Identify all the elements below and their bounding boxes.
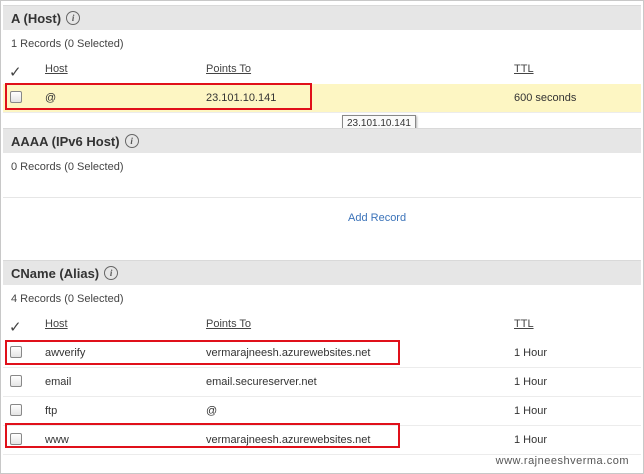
row-ttl: 1 Hour bbox=[514, 376, 548, 388]
column-host[interactable]: Host bbox=[45, 63, 68, 75]
cname-record-count: 4 Records (0 Selected) bbox=[11, 293, 124, 305]
divider bbox=[3, 197, 641, 198]
select-all-check-icon[interactable]: ✓ bbox=[9, 63, 22, 81]
info-icon[interactable]: i bbox=[104, 266, 119, 280]
row-points-to: email.secureserver.net bbox=[206, 376, 317, 388]
highlight-box bbox=[5, 83, 312, 110]
a-host-record-count: 1 Records (0 Selected) bbox=[11, 38, 124, 50]
column-points-to[interactable]: Points To bbox=[206, 318, 251, 330]
row-ttl: 1 Hour bbox=[514, 434, 548, 446]
aaaa-record-count: 0 Records (0 Selected) bbox=[11, 161, 124, 173]
row-ttl: 1 Hour bbox=[514, 347, 548, 359]
a-host-title: A (Host) bbox=[11, 10, 62, 26]
column-host[interactable]: Host bbox=[45, 318, 68, 330]
row-host: ftp bbox=[45, 405, 58, 417]
dns-manager-panel: A (Host) i 1 Records (0 Selected) ✓ Host… bbox=[0, 0, 644, 474]
highlight-box bbox=[5, 340, 400, 365]
column-points-to[interactable]: Points To bbox=[206, 63, 251, 75]
highlight-box bbox=[5, 423, 400, 448]
row-checkbox[interactable] bbox=[10, 375, 22, 387]
a-host-header: A (Host) i bbox=[3, 5, 641, 30]
watermark: www.rajneeshverma.com bbox=[495, 455, 629, 467]
aaaa-section: AAAA (IPv6 Host) i 0 Records (0 Selected… bbox=[3, 128, 641, 181]
aaaa-header: AAAA (IPv6 Host) i bbox=[3, 128, 641, 153]
column-ttl[interactable]: TTL bbox=[514, 63, 534, 75]
info-icon[interactable]: i bbox=[66, 11, 81, 25]
cname-column-headers: ✓ Host Points To TTL bbox=[3, 313, 641, 339]
info-icon[interactable]: i bbox=[124, 134, 139, 148]
cname-header: CName (Alias) i bbox=[3, 260, 641, 285]
select-all-check-icon[interactable]: ✓ bbox=[9, 318, 22, 336]
table-row[interactable]: email email.secureserver.net 1 Hour bbox=[3, 368, 641, 397]
row-checkbox[interactable] bbox=[10, 404, 22, 416]
row-ttl: 1 Hour bbox=[514, 405, 548, 417]
aaaa-title: AAAA (IPv6 Host) bbox=[11, 133, 120, 149]
column-ttl[interactable]: TTL bbox=[514, 318, 534, 330]
row-ttl: 600 seconds bbox=[514, 92, 577, 104]
table-row[interactable]: ftp @ 1 Hour bbox=[3, 397, 641, 426]
a-host-column-headers: ✓ Host Points To TTL bbox=[3, 58, 641, 84]
row-host: email bbox=[45, 376, 72, 388]
cname-title: CName (Alias) bbox=[11, 265, 100, 281]
add-record-link[interactable]: Add Record bbox=[348, 212, 406, 224]
row-points-to: @ bbox=[206, 405, 218, 417]
